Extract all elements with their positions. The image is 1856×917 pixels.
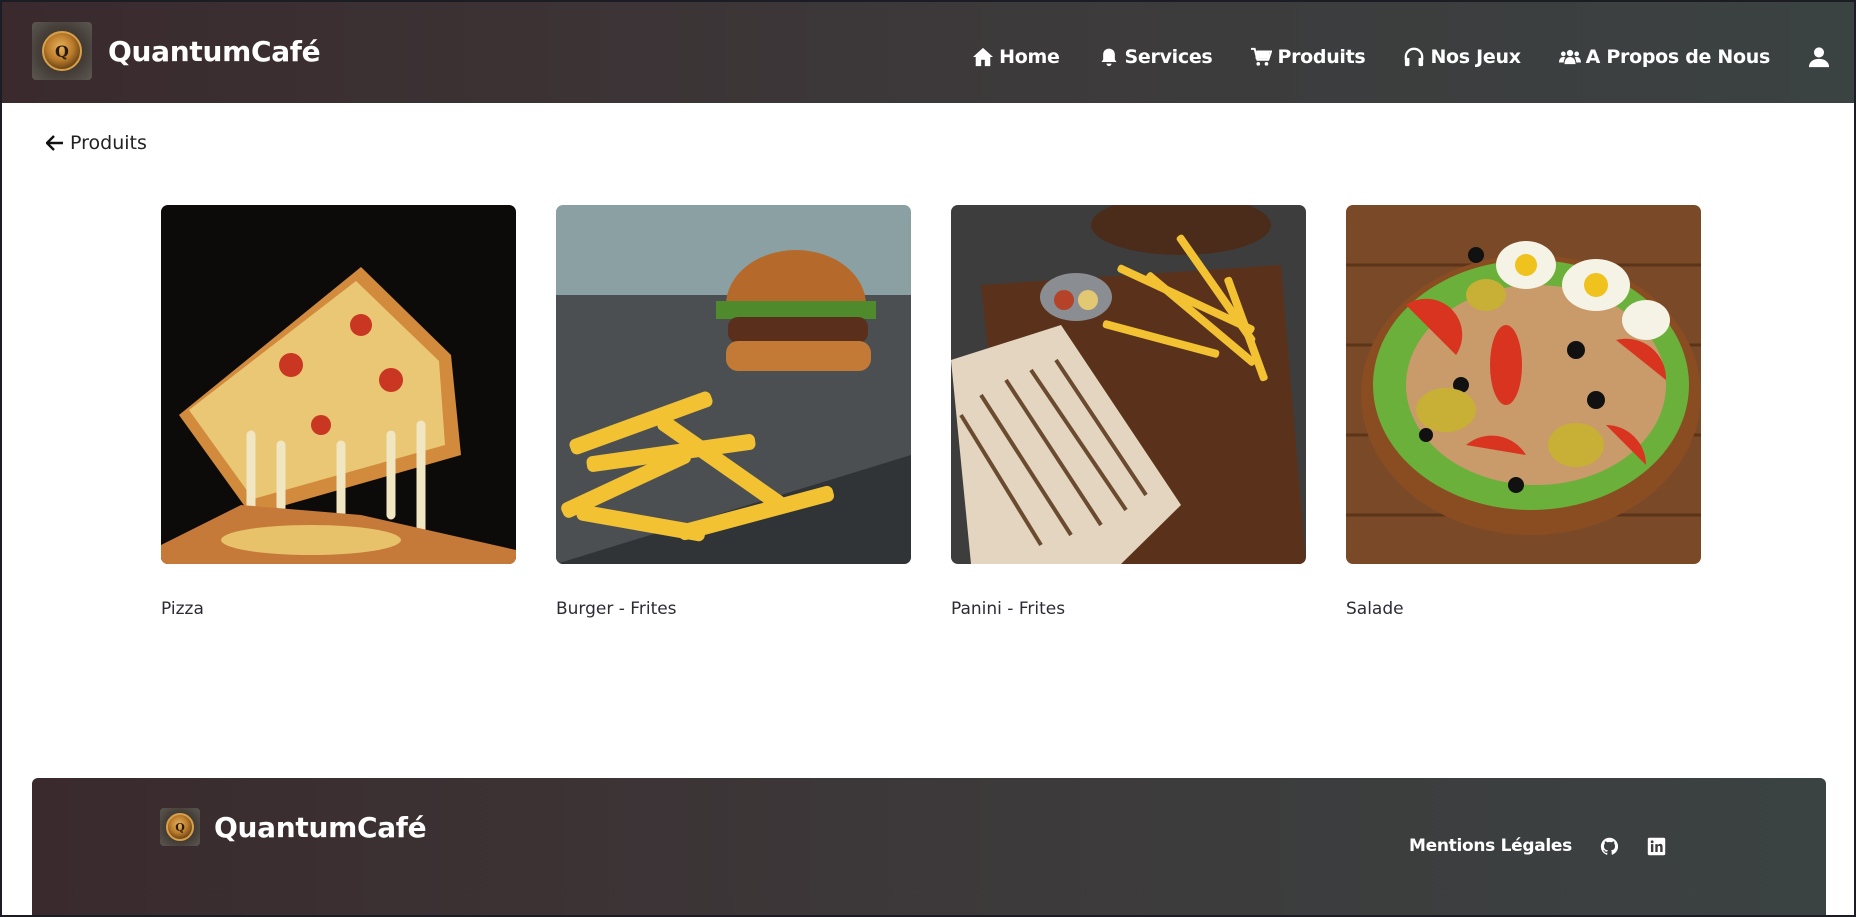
github-icon[interactable] bbox=[1600, 837, 1619, 856]
back-link-label: Produits bbox=[70, 132, 147, 154]
logo: Q bbox=[32, 22, 92, 80]
brand-name: QuantumCafé bbox=[108, 34, 321, 68]
users-icon bbox=[1558, 49, 1581, 65]
product-card-pizza[interactable]: Pizza bbox=[161, 205, 516, 619]
footer-logo: Q bbox=[160, 808, 200, 846]
headphones-icon bbox=[1405, 47, 1424, 67]
app-window: Q QuantumCafé Home Services Produits Nos… bbox=[0, 0, 1856, 917]
legal-link[interactable]: Mentions Légales bbox=[1409, 836, 1572, 856]
footer-brand[interactable]: Q QuantumCafé bbox=[160, 808, 427, 846]
nav-nos-jeux-label: Nos Jeux bbox=[1430, 46, 1521, 68]
product-name: Panini - Frites bbox=[951, 599, 1066, 619]
product-name: Pizza bbox=[161, 599, 204, 619]
product-image-pizza[interactable] bbox=[161, 205, 516, 564]
nav-services[interactable]: Services bbox=[1098, 46, 1213, 68]
user-icon[interactable] bbox=[1808, 46, 1830, 68]
product-image-salade[interactable] bbox=[1346, 205, 1701, 564]
main-nav: Home Services Produits Nos Jeux A Propos… bbox=[934, 46, 1854, 68]
top-navbar: Q QuantumCafé Home Services Produits Nos… bbox=[2, 2, 1854, 103]
bell-icon bbox=[1101, 48, 1117, 67]
back-link[interactable]: Produits bbox=[46, 132, 147, 154]
product-grid: Pizza Burger - Frites Panini - Frites Sa… bbox=[161, 205, 1701, 619]
nav-produits[interactable]: Produits bbox=[1250, 46, 1366, 68]
product-card-panini[interactable]: Panini - Frites bbox=[951, 205, 1306, 619]
product-name: Burger - Frites bbox=[556, 599, 677, 619]
nav-home[interactable]: Home bbox=[972, 46, 1060, 68]
footer: Q QuantumCafé Mentions Légales bbox=[32, 778, 1826, 915]
home-icon bbox=[973, 47, 994, 67]
linkedin-icon[interactable] bbox=[1647, 837, 1666, 856]
footer-brand-name: QuantumCafé bbox=[214, 810, 427, 844]
nav-home-label: Home bbox=[999, 46, 1060, 68]
footer-links: Mentions Légales bbox=[1409, 836, 1666, 856]
brand[interactable]: Q QuantumCafé bbox=[32, 22, 321, 80]
product-card-salade[interactable]: Salade bbox=[1346, 205, 1701, 619]
cart-icon bbox=[1251, 47, 1273, 66]
product-card-burger[interactable]: Burger - Frites bbox=[556, 205, 911, 619]
nav-nos-jeux[interactable]: Nos Jeux bbox=[1403, 46, 1521, 68]
product-image-panini[interactable] bbox=[951, 205, 1306, 564]
product-image-burger[interactable] bbox=[556, 205, 911, 564]
nav-produits-label: Produits bbox=[1277, 46, 1366, 68]
product-name: Salade bbox=[1346, 599, 1404, 619]
arrow-left-icon bbox=[46, 135, 63, 151]
nav-services-label: Services bbox=[1124, 46, 1213, 68]
nav-a-propos-label: A Propos de Nous bbox=[1585, 46, 1771, 68]
nav-a-propos[interactable]: A Propos de Nous bbox=[1558, 46, 1771, 68]
